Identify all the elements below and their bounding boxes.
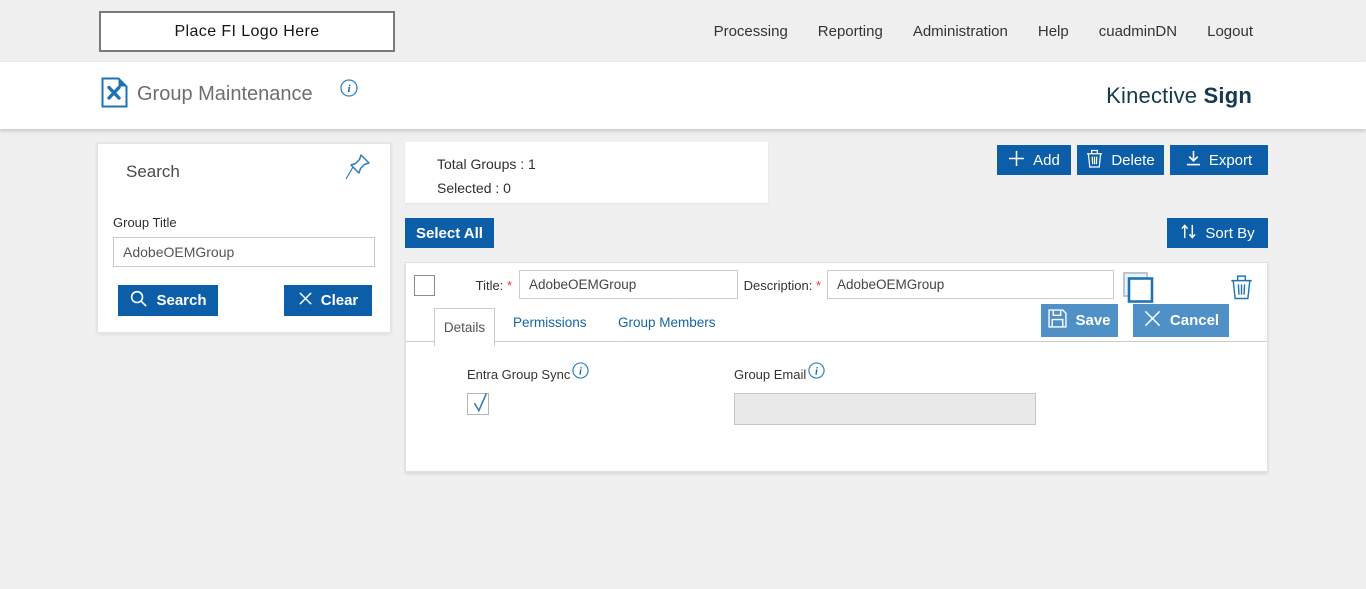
floppy-icon bbox=[1048, 309, 1068, 332]
tab-details[interactable]: Details bbox=[434, 308, 495, 346]
delete-group-icon[interactable] bbox=[1230, 272, 1253, 307]
nav-item-reporting[interactable]: Reporting bbox=[818, 23, 883, 40]
search-button-label: Search bbox=[156, 292, 207, 309]
clear-button[interactable]: Clear bbox=[284, 285, 372, 316]
fi-logo-placeholder-text: Place FI Logo Here bbox=[174, 22, 320, 40]
sort-by-button-label: Sort By bbox=[1205, 224, 1255, 242]
brand-name-regular: Kinective bbox=[1106, 82, 1198, 108]
group-email-info-icon[interactable]: i bbox=[808, 362, 825, 382]
clear-button-label: Clear bbox=[320, 292, 359, 309]
cancel-button[interactable]: Cancel bbox=[1133, 304, 1229, 337]
top-navigation: Processing Reporting Administration Help… bbox=[714, 0, 1253, 62]
download-icon bbox=[1186, 150, 1201, 171]
brand-name-bold: Sign bbox=[1203, 82, 1252, 108]
search-button[interactable]: Search bbox=[118, 285, 218, 316]
sort-by-button[interactable]: Sort By bbox=[1167, 218, 1268, 248]
total-groups-text: Total Groups : 1 bbox=[437, 156, 536, 172]
add-button[interactable]: Add bbox=[997, 145, 1071, 175]
groups-summary: Total Groups : 1 Selected : 0 bbox=[405, 142, 768, 203]
entra-group-sync-info-icon[interactable]: i bbox=[572, 362, 589, 382]
selected-count-text: Selected : 0 bbox=[437, 180, 511, 196]
group-email-label: Group Email i bbox=[734, 362, 825, 387]
cancel-button-label: Cancel bbox=[1169, 312, 1220, 329]
top-bar: Place FI Logo Here Processing Reporting … bbox=[0, 0, 1366, 62]
export-button[interactable]: Export bbox=[1170, 145, 1268, 175]
tab-separator bbox=[406, 341, 1267, 342]
pin-icon[interactable] bbox=[344, 152, 372, 187]
svg-text:i: i bbox=[579, 366, 582, 377]
select-all-button[interactable]: Select All bbox=[405, 218, 494, 248]
entra-group-sync-label: Entra Group Sync i bbox=[467, 362, 589, 387]
page-title-info-icon[interactable]: i bbox=[340, 79, 358, 102]
group-title-input[interactable] bbox=[113, 237, 375, 267]
page-title: Group Maintenance bbox=[137, 83, 313, 105]
page-header: Group Maintenance i Kinective Sign bbox=[0, 62, 1366, 129]
title-label: Title: * bbox=[475, 278, 512, 293]
search-icon bbox=[129, 289, 148, 312]
required-marker: * bbox=[506, 278, 512, 293]
save-button[interactable]: Save bbox=[1041, 304, 1118, 337]
delete-button[interactable]: Delete bbox=[1077, 145, 1164, 175]
svg-text:i: i bbox=[815, 366, 818, 377]
group-description-field[interactable] bbox=[827, 270, 1114, 299]
sort-icon bbox=[1180, 223, 1197, 244]
select-all-button-label: Select All bbox=[416, 224, 483, 242]
fi-logo-placeholder: Place FI Logo Here bbox=[99, 11, 395, 52]
brand-logo: Kinective Sign bbox=[1106, 62, 1252, 129]
group-row-card: Title: * Description: * Details Permissi… bbox=[405, 262, 1268, 472]
nav-item-administration[interactable]: Administration bbox=[913, 23, 1008, 40]
nav-item-logout[interactable]: Logout bbox=[1207, 23, 1253, 40]
x-icon bbox=[298, 291, 313, 310]
group-maintenance-screen: Place FI Logo Here Processing Reporting … bbox=[0, 0, 1366, 589]
delete-button-label: Delete bbox=[1111, 151, 1155, 169]
save-button-label: Save bbox=[1075, 312, 1111, 329]
entra-group-sync-checkbox[interactable] bbox=[467, 392, 489, 415]
group-title-field[interactable] bbox=[519, 270, 738, 299]
nav-item-processing[interactable]: Processing bbox=[714, 23, 788, 40]
trash-icon bbox=[1086, 149, 1103, 172]
group-maintenance-module-icon bbox=[101, 77, 128, 113]
group-email-field bbox=[734, 393, 1036, 425]
group-row-checkbox[interactable] bbox=[414, 275, 435, 296]
search-panel: Search Group Title Search Clear bbox=[97, 143, 391, 333]
nav-item-help[interactable]: Help bbox=[1038, 23, 1069, 40]
svg-text:i: i bbox=[347, 83, 351, 95]
tab-permissions[interactable]: Permissions bbox=[513, 315, 587, 330]
x-icon bbox=[1143, 309, 1162, 332]
description-label: Description: * bbox=[743, 278, 821, 293]
tab-details-label: Details bbox=[443, 320, 486, 335]
export-button-label: Export bbox=[1208, 151, 1253, 169]
tab-group-members[interactable]: Group Members bbox=[618, 315, 716, 330]
nav-item-username[interactable]: cuadminDN bbox=[1099, 23, 1177, 40]
plus-icon bbox=[1008, 150, 1025, 171]
add-button-label: Add bbox=[1033, 151, 1060, 169]
search-panel-title: Search bbox=[126, 162, 180, 181]
required-marker: * bbox=[815, 278, 821, 293]
group-title-label: Group Title bbox=[113, 215, 177, 230]
